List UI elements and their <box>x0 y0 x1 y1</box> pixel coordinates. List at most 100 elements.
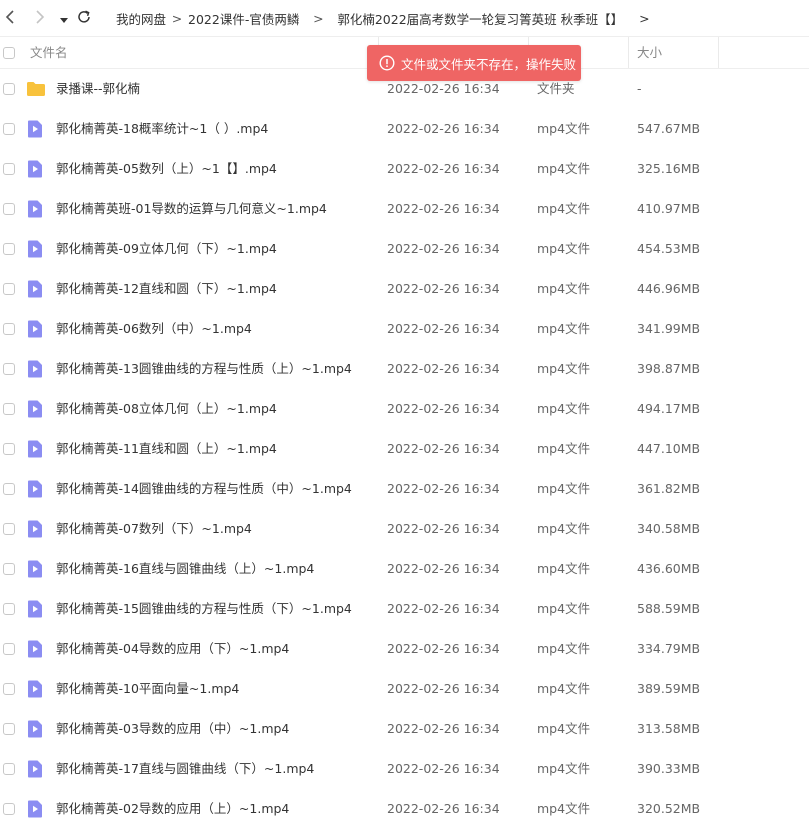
file-row[interactable]: 郭化楠菁英-11直线和圆（上）~1.mp4 2022-02-26 16:34 mp4… <box>0 429 809 469</box>
row-checkbox[interactable] <box>3 83 15 95</box>
navigation-bar: 我的网盘 > 2022课件-官债两鳞 > 郭化楠2022届高考数学一轮复习箐英班… <box>0 0 809 36</box>
breadcrumb-more-button[interactable]: > <box>639 11 649 26</box>
file-row[interactable]: 郭化楠菁英-16直线与圆锥曲线（上）~1.mp4 2022-02-26 16:34… <box>0 549 809 589</box>
file-size: 436.60MB <box>637 561 701 576</box>
video-file-icon <box>26 160 44 178</box>
file-name[interactable]: 郭化楠菁英-10平面向量~1.mp4 <box>56 669 239 709</box>
row-checkbox[interactable] <box>3 243 15 255</box>
breadcrumb: 我的网盘 > 2022课件-官债两鳞 > 郭化楠2022届高考数学一轮复习箐英班… <box>116 0 650 36</box>
file-name[interactable]: 郭化楠菁英-04导数的应用（下）~1.mp4 <box>56 629 289 669</box>
breadcrumb-item-current-folder[interactable]: 郭化楠2022届高考数学一轮复习箐英班 秋季班【】 <box>337 9 623 28</box>
file-name[interactable]: 郭化楠菁英-12直线和圆（下）~1.mp4 <box>56 269 277 309</box>
file-row[interactable]: 郭化楠菁英-03导数的应用（中）~1.mp4 2022-02-26 16:34 mp… <box>0 709 809 749</box>
row-checkbox[interactable] <box>3 163 15 175</box>
row-checkbox[interactable] <box>3 323 15 335</box>
file-row[interactable]: 郭化楠菁英-13圆锥曲线的方程与性质（上）~1.mp4 2022-02-26 16… <box>0 349 809 389</box>
row-checkbox[interactable] <box>3 203 15 215</box>
file-row[interactable]: 郭化楠菁英-17直线与圆锥曲线（下）~1.mp4 2022-02-26 16:34… <box>0 749 809 789</box>
file-row[interactable]: 郭化楠菁英-10平面向量~1.mp4 2022-02-26 16:34 mp4文件 3… <box>0 669 809 709</box>
back-button[interactable] <box>0 7 20 29</box>
video-file-icon <box>26 280 44 298</box>
file-name[interactable]: 郭化楠菁英班-01导数的运算与几何意义~1.mp4 <box>56 189 327 229</box>
row-checkbox[interactable] <box>3 363 15 375</box>
video-file-icon <box>26 440 44 458</box>
folder-icon <box>26 80 45 98</box>
row-checkbox[interactable] <box>3 523 15 535</box>
file-row[interactable]: 郭化楠菁英班-01导数的运算与几何意义~1.mp4 2022-02-26 16:3… <box>0 189 809 229</box>
column-header-size[interactable]: 大小 <box>637 37 662 68</box>
column-divider[interactable] <box>628 37 629 68</box>
file-size: 446.96MB <box>637 281 701 296</box>
file-size: 389.59MB <box>637 681 701 696</box>
row-checkbox[interactable] <box>3 763 15 775</box>
breadcrumb-separator: > <box>313 10 324 26</box>
file-name[interactable]: 郭化楠菁英-14圆锥曲线的方程与性质（中）~1.mp4 <box>56 469 352 509</box>
column-header-name[interactable]: 文件名 <box>30 37 68 68</box>
breadcrumb-item-courseware[interactable]: 2022课件-官债两鳞 <box>188 9 299 28</box>
row-checkbox[interactable] <box>3 603 15 615</box>
row-checkbox[interactable] <box>3 643 15 655</box>
file-name[interactable]: 郭化楠菁英-16直线与圆锥曲线（上）~1.mp4 <box>56 549 314 589</box>
column-divider[interactable] <box>718 37 719 68</box>
file-modified-date: 2022-02-26 16:34 <box>387 401 500 416</box>
file-row[interactable]: 郭化楠菁英-08立体几何（上）~1.mp4 2022-02-26 16:34 mp4… <box>0 389 809 429</box>
select-all-checkbox[interactable] <box>3 47 15 59</box>
file-type: mp4文件 <box>537 361 591 376</box>
file-size: 320.52MB <box>637 801 701 816</box>
row-checkbox[interactable] <box>3 723 15 735</box>
file-type: mp4文件 <box>537 201 591 216</box>
file-name[interactable]: 郭化楠菁英-07数列（下）~1.mp4 <box>56 509 252 549</box>
file-row[interactable]: 郭化楠菁英-09立体几何（下）~1.mp4 2022-02-26 16:34 mp4… <box>0 229 809 269</box>
file-type: mp4文件 <box>537 401 591 416</box>
file-row[interactable]: 郭化楠菁英-06数列（中）~1.mp4 2022-02-26 16:34 mp4文件… <box>0 309 809 349</box>
video-file-icon <box>26 360 44 378</box>
file-row[interactable]: 郭化楠菁英-07数列（下）~1.mp4 2022-02-26 16:34 mp4文件… <box>0 509 809 549</box>
file-row[interactable]: 郭化楠菁英-14圆锥曲线的方程与性质（中）~1.mp4 2022-02-26 16… <box>0 469 809 509</box>
file-name[interactable]: 郭化楠菁英-02导数的应用（上）~1.mp4 <box>56 789 289 829</box>
file-name[interactable]: 郭化楠菁英-09立体几何（下）~1.mp4 <box>56 229 277 269</box>
video-file-icon <box>26 600 44 618</box>
file-size: 410.97MB <box>637 201 701 216</box>
row-checkbox[interactable] <box>3 483 15 495</box>
file-row[interactable]: 郭化楠菁英-04导数的应用（下）~1.mp4 2022-02-26 16:34 mp… <box>0 629 809 669</box>
file-row[interactable]: 郭化楠菁英-18概率统计~1（ ）.mp4 2022-02-26 16:34 mp4… <box>0 109 809 149</box>
file-row[interactable]: 郭化楠菁英-15圆锥曲线的方程与性质（下）~1.mp4 2022-02-26 16… <box>0 589 809 629</box>
file-size: 398.87MB <box>637 361 701 376</box>
file-row[interactable]: 郭化楠菁英-05数列（上）~1【】.mp4 2022-02-26 16:34 mp4… <box>0 149 809 189</box>
refresh-button[interactable] <box>74 7 94 29</box>
file-name[interactable]: 郭化楠菁英-13圆锥曲线的方程与性质（上）~1.mp4 <box>56 349 352 389</box>
row-checkbox[interactable] <box>3 123 15 135</box>
error-toast: 文件或文件夹不存在，操作失败 <box>367 45 581 81</box>
video-file-icon <box>26 120 44 138</box>
file-name[interactable]: 郭化楠菁英-08立体几何（上）~1.mp4 <box>56 389 277 429</box>
file-name[interactable]: 郭化楠菁英-06数列（中）~1.mp4 <box>56 309 252 349</box>
video-file-icon <box>26 680 44 698</box>
file-size: 454.53MB <box>637 241 701 256</box>
row-checkbox[interactable] <box>3 803 15 815</box>
file-type: mp4文件 <box>537 521 591 536</box>
file-name[interactable]: 郭化楠菁英-05数列（上）~1【】.mp4 <box>56 149 277 189</box>
row-checkbox[interactable] <box>3 443 15 455</box>
chevron-right-icon <box>35 9 45 28</box>
video-file-icon <box>26 800 44 818</box>
file-type: mp4文件 <box>537 441 591 456</box>
row-checkbox[interactable] <box>3 403 15 415</box>
file-name[interactable]: 郭化楠菁英-18概率统计~1（ ）.mp4 <box>56 109 268 149</box>
file-name[interactable]: 郭化楠菁英-03导数的应用（中）~1.mp4 <box>56 709 289 749</box>
file-size: 313.58MB <box>637 721 701 736</box>
alert-circle-icon <box>379 55 395 71</box>
row-checkbox[interactable] <box>3 563 15 575</box>
file-name[interactable]: 郭化楠菁英-15圆锥曲线的方程与性质（下）~1.mp4 <box>56 589 352 629</box>
file-name[interactable]: 郭化楠菁英-17直线与圆锥曲线（下）~1.mp4 <box>56 749 314 789</box>
row-checkbox[interactable] <box>3 283 15 295</box>
video-file-icon <box>26 760 44 778</box>
file-row[interactable]: 郭化楠菁英-02导数的应用（上）~1.mp4 2022-02-26 16:34 mp… <box>0 789 809 829</box>
history-dropdown-button[interactable] <box>54 7 74 29</box>
breadcrumb-item-root[interactable]: 我的网盘 <box>116 9 166 28</box>
file-name[interactable]: 录播课--郭化楠 <box>56 69 140 109</box>
file-modified-date: 2022-02-26 16:34 <box>387 121 500 136</box>
file-row[interactable]: 郭化楠菁英-12直线和圆（下）~1.mp4 2022-02-26 16:34 mp4… <box>0 269 809 309</box>
forward-button[interactable] <box>30 7 50 29</box>
file-name[interactable]: 郭化楠菁英-11直线和圆（上）~1.mp4 <box>56 429 277 469</box>
row-checkbox[interactable] <box>3 683 15 695</box>
